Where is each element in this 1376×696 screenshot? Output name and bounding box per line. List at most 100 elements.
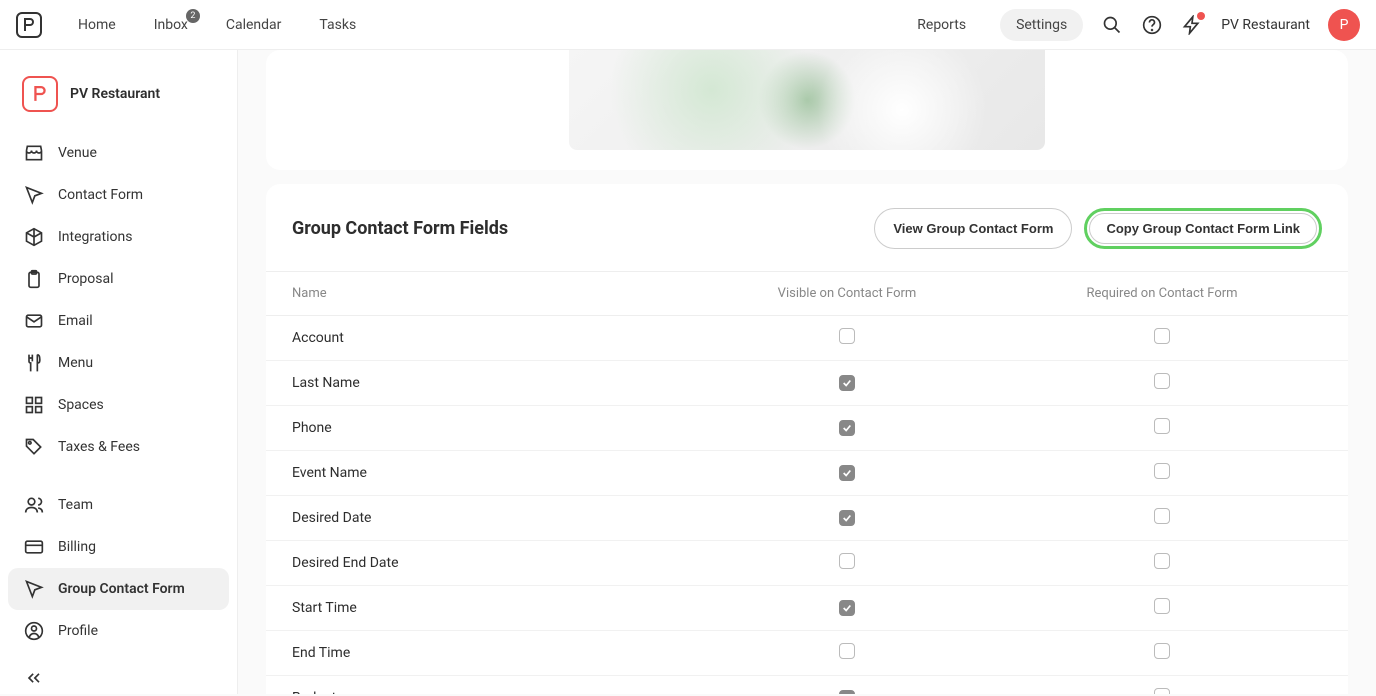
field-name: Phone xyxy=(292,420,692,436)
org-logo-icon xyxy=(22,76,58,112)
field-name: Start Time xyxy=(292,600,692,616)
cube-icon xyxy=(24,227,44,247)
grid-icon xyxy=(24,395,44,415)
sidebar-item-label: Email xyxy=(58,313,93,329)
sidebar-item-label: Contact Form xyxy=(58,187,143,203)
visible-checkbox[interactable] xyxy=(839,643,855,659)
visible-checkbox[interactable] xyxy=(839,553,855,569)
sidebar-item-label: Spaces xyxy=(58,397,104,413)
copy-link-highlight: Copy Group Contact Form Link xyxy=(1084,208,1322,249)
table-row: Desired End Date xyxy=(266,541,1348,586)
users-icon xyxy=(24,495,44,515)
field-name: Desired Date xyxy=(292,510,692,526)
table-row: Account xyxy=(266,316,1348,361)
visible-checkbox[interactable] xyxy=(839,510,855,526)
search-icon[interactable] xyxy=(1101,14,1123,36)
sidebar-item-label: Integrations xyxy=(58,229,132,245)
sidebar-item-contact-form[interactable]: Contact Form xyxy=(8,174,229,216)
table-row: Phone xyxy=(266,406,1348,451)
cursor-icon xyxy=(24,579,44,599)
field-name: Budget xyxy=(292,690,692,694)
sidebar-item-label: Menu xyxy=(58,355,93,371)
visible-checkbox[interactable] xyxy=(839,465,855,481)
sidebar-item-label: Billing xyxy=(58,539,96,555)
sidebar-org-title: PV Restaurant xyxy=(70,86,160,102)
clipboard-icon xyxy=(24,269,44,289)
required-checkbox[interactable] xyxy=(1154,643,1170,659)
col-name: Name xyxy=(292,286,692,301)
col-visible: Visible on Contact Form xyxy=(692,286,1002,301)
col-required: Required on Contact Form xyxy=(1002,286,1322,301)
required-checkbox[interactable] xyxy=(1154,553,1170,569)
sidebar-item-proposal[interactable]: Proposal xyxy=(8,258,229,300)
table-row: Desired Date xyxy=(266,496,1348,541)
required-checkbox[interactable] xyxy=(1154,463,1170,479)
card-icon xyxy=(24,537,44,557)
storefront-icon xyxy=(24,143,44,163)
required-checkbox[interactable] xyxy=(1154,328,1170,344)
sidebar-item-label: Profile xyxy=(58,623,98,639)
table-row: End Time xyxy=(266,631,1348,676)
user-icon xyxy=(24,621,44,641)
sidebar-item-label: Proposal xyxy=(58,271,114,287)
banner-card xyxy=(266,50,1348,170)
banner-image xyxy=(569,50,1045,150)
app-logo[interactable] xyxy=(16,12,42,38)
nav-calendar[interactable]: Calendar xyxy=(210,9,298,41)
help-icon[interactable] xyxy=(1141,14,1163,36)
org-name[interactable]: PV Restaurant xyxy=(1221,17,1310,33)
copy-link-button[interactable]: Copy Group Contact Form Link xyxy=(1089,213,1317,244)
table-row: Start Time xyxy=(266,586,1348,631)
collapse-sidebar-button[interactable] xyxy=(8,660,229,696)
sidebar-item-billing[interactable]: Billing xyxy=(8,526,229,568)
nav-tasks[interactable]: Tasks xyxy=(303,9,372,41)
cursor-icon xyxy=(24,185,44,205)
nav-settings[interactable]: Settings xyxy=(1000,9,1083,41)
field-name: Event Name xyxy=(292,465,692,481)
visible-checkbox[interactable] xyxy=(839,690,855,695)
table-row: Event Name xyxy=(266,451,1348,496)
sidebar-item-menu[interactable]: Menu xyxy=(8,342,229,384)
bolt-icon[interactable] xyxy=(1181,14,1203,36)
sidebar-item-label: Group Contact Form xyxy=(58,581,185,597)
sidebar-item-email[interactable]: Email xyxy=(8,300,229,342)
sidebar-item-integrations[interactable]: Integrations xyxy=(8,216,229,258)
nav-home[interactable]: Home xyxy=(62,9,132,41)
sidebar-item-team[interactable]: Team xyxy=(8,484,229,526)
sidebar-item-taxes-fees[interactable]: Taxes & Fees xyxy=(8,426,229,468)
sidebar-org[interactable]: PV Restaurant xyxy=(8,66,229,132)
panel-title: Group Contact Form Fields xyxy=(292,218,508,239)
view-form-button[interactable]: View Group Contact Form xyxy=(874,208,1072,249)
avatar[interactable]: P xyxy=(1328,9,1360,41)
sidebar-item-group-contact-form[interactable]: Group Contact Form xyxy=(8,568,229,610)
visible-checkbox[interactable] xyxy=(839,328,855,344)
tag-icon xyxy=(24,437,44,457)
field-name: Last Name xyxy=(292,375,692,391)
inbox-badge: 2 xyxy=(186,9,200,23)
table-row: Budget xyxy=(266,676,1348,694)
required-checkbox[interactable] xyxy=(1154,598,1170,614)
sidebar-item-label: Taxes & Fees xyxy=(58,439,140,455)
field-name: Desired End Date xyxy=(292,555,692,571)
visible-checkbox[interactable] xyxy=(839,600,855,616)
visible-checkbox[interactable] xyxy=(839,375,855,391)
sidebar-item-label: Team xyxy=(58,497,93,513)
field-name: End Time xyxy=(292,645,692,661)
mail-icon xyxy=(24,311,44,331)
sidebar-item-profile[interactable]: Profile xyxy=(8,610,229,652)
required-checkbox[interactable] xyxy=(1154,373,1170,389)
sidebar-item-spaces[interactable]: Spaces xyxy=(8,384,229,426)
table-header: Name Visible on Contact Form Required on… xyxy=(266,271,1348,316)
field-name: Account xyxy=(292,330,692,346)
table-row: Last Name xyxy=(266,361,1348,406)
required-checkbox[interactable] xyxy=(1154,418,1170,434)
utensils-icon xyxy=(24,353,44,373)
sidebar-item-venue[interactable]: Venue xyxy=(8,132,229,174)
nav-inbox[interactable]: Inbox2 xyxy=(138,9,204,41)
required-checkbox[interactable] xyxy=(1154,508,1170,524)
required-checkbox[interactable] xyxy=(1154,688,1170,694)
chevron-left-icon xyxy=(24,668,44,688)
visible-checkbox[interactable] xyxy=(839,420,855,436)
sidebar-item-label: Venue xyxy=(58,145,97,161)
nav-reports[interactable]: Reports xyxy=(901,9,982,41)
